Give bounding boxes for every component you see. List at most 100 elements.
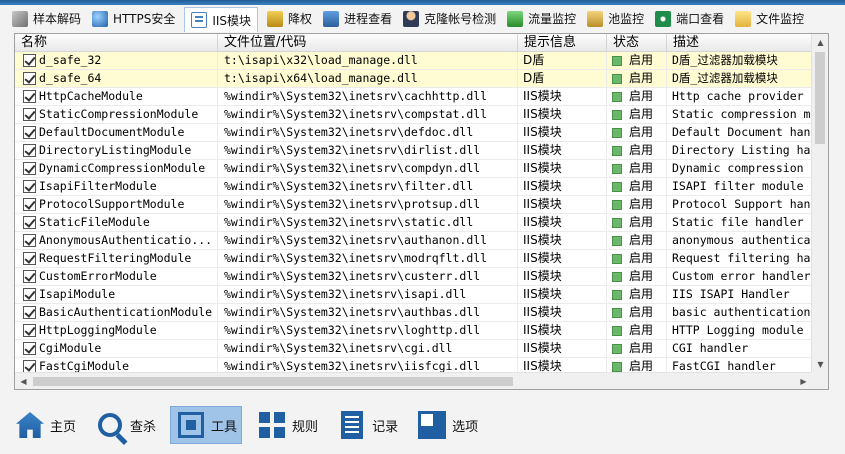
checkbox-icon[interactable] [23,72,36,85]
checkbox-icon[interactable] [23,234,36,247]
module-name: DirectoryListingModule [39,143,192,157]
vertical-scroll-thumb[interactable] [815,52,825,144]
scroll-corner [811,372,828,389]
table-row[interactable]: DefaultDocumentModule %windir%\System32\i… [15,124,812,142]
checkbox-icon[interactable] [23,108,36,121]
table-row[interactable]: d_safe_64 t:\isapi\x64\load_manage.dll D盾 启… [15,70,812,88]
module-status: 启用 [629,89,654,103]
checkbox-icon[interactable] [23,216,36,229]
rules-button[interactable]: 规则 [252,406,322,444]
module-hint: IIS模块 [518,160,607,177]
checkbox-icon[interactable] [23,198,36,211]
tab-label: 池监控 [608,12,645,26]
checkbox-icon[interactable] [23,54,36,67]
column-header-hint[interactable]: 提示信息 [518,34,607,52]
tab-https-security[interactable]: HTTPS安全 [90,7,177,31]
module-name-cell: CustomErrorModule [15,268,218,285]
table-row[interactable]: RequestFilteringModule %windir%\System32\… [15,250,812,268]
table-row[interactable]: d_safe_32 t:\isapi\x32\load_manage.dll D盾 启… [15,52,812,70]
table-row[interactable]: IsapiModule %windir%\System32\inetsrv\isa… [15,286,812,304]
module-name: d_safe_32 [39,53,102,67]
tab-label: 流量监控 [528,12,577,26]
tab-bar: 样本解码 HTTPS安全 IIS模块 降权 进程查看 克隆帐号检测 流量监控 池… [0,5,845,32]
checkbox-icon[interactable] [23,270,36,283]
horizontal-scroll-thumb[interactable] [33,377,513,386]
module-status-cell: 启用 [607,304,667,321]
log-button[interactable]: 记录 [332,406,402,444]
tab-sample-decode[interactable]: 样本解码 [10,7,83,31]
module-path: %windir%\System32\inetsrv\isapi.dll [218,286,518,303]
scroll-up-icon[interactable]: ▲ [812,34,829,51]
options-icon [416,409,448,441]
module-path: %windir%\System32\inetsrv\authbas.dll [218,304,518,321]
column-header-status[interactable]: 状态 [607,34,667,52]
module-name: CgiModule [39,341,102,355]
tab-iis-module[interactable]: IIS模块 [184,7,259,32]
search-icon [94,409,126,441]
module-status-cell: 启用 [607,286,667,303]
tab-pool-monitor[interactable]: 池监控 [585,7,646,31]
checkbox-icon[interactable] [23,306,36,319]
module-hint: IIS模块 [518,196,607,213]
table-row[interactable]: StaticCompressionModule %windir%\System32… [15,106,812,124]
scroll-left-icon[interactable]: ◀ [15,373,32,390]
checkbox-icon[interactable] [23,252,36,265]
tools-button[interactable]: 工具 [170,406,243,444]
column-header-name[interactable]: 名称 [15,34,218,52]
tab-process-view[interactable]: 进程查看 [321,7,394,31]
table-row[interactable]: CgiModule %windir%\System32\inetsrv\cgi.d… [15,340,812,358]
table-row[interactable]: StaticFileModule %windir%\System32\inetsr… [15,214,812,232]
module-status: 启用 [629,341,654,355]
horizontal-scrollbar[interactable]: ◀ ▶ [15,372,812,389]
module-path: %windir%\System32\inetsrv\defdoc.dll [218,124,518,141]
checkbox-icon[interactable] [23,288,36,301]
table-row[interactable]: HttpLoggingModule %windir%\System32\inets… [15,322,812,340]
column-header-path[interactable]: 文件位置/代码 [218,34,518,52]
scroll-down-icon[interactable]: ▼ [812,356,829,373]
tab-downgrade[interactable]: 降权 [265,7,314,31]
tab-port-view[interactable]: 端口查看 [653,7,726,31]
table-row[interactable]: BasicAuthenticationModule %windir%\System… [15,304,812,322]
checkbox-icon[interactable] [23,162,36,175]
home-button[interactable]: 主页 [10,406,80,444]
module-name: StaticCompressionModule [39,107,199,121]
user-icon [403,10,420,27]
module-path: %windir%\System32\inetsrv\cachhttp.dll [218,88,518,105]
toolbar-label: 选项 [452,419,479,435]
checkbox-icon[interactable] [23,144,36,157]
module-status: 启用 [629,161,654,175]
toolbar-label: 查杀 [130,419,157,435]
module-name: RequestFilteringModule [39,251,192,265]
bottom-toolbar: 主页 查杀 工具 规则 记录 选项 [0,396,845,454]
module-description: basic authentication [672,305,811,319]
module-hint: IIS模块 [518,106,607,123]
module-status: 启用 [629,359,654,373]
checkbox-icon[interactable] [23,180,36,193]
scroll-right-icon[interactable]: ▶ [795,373,812,390]
module-path: %windir%\System32\inetsrv\protsup.dll [218,196,518,213]
module-name: DynamicCompressionModule [39,161,206,175]
module-path: %windir%\System32\inetsrv\authanon.dll [218,232,518,249]
table-row[interactable]: ProtocolSupportModule %windir%\System32\i… [15,196,812,214]
options-button[interactable]: 选项 [412,406,482,444]
table-row[interactable]: AnonymousAuthenticatio... %windir%\System… [15,232,812,250]
tab-file-monitor[interactable]: 文件监控 [733,7,806,31]
module-name-cell: AnonymousAuthenticatio... [15,232,218,249]
table-row[interactable]: HttpCacheModule %windir%\System32\inetsrv… [15,88,812,106]
scan-kill-button[interactable]: 查杀 [90,406,160,444]
table-row[interactable]: FastCgiModule %windir%\System32\inetsrv\i… [15,358,812,373]
tab-clone-account-check[interactable]: 克隆帐号检测 [401,7,498,31]
module-hint: IIS模块 [518,268,607,285]
table-row[interactable]: DynamicCompressionModule %windir%\System3… [15,160,812,178]
vertical-scrollbar[interactable]: ▲ ▼ [811,34,828,373]
checkbox-icon[interactable] [23,342,36,355]
tab-traffic-monitor[interactable]: 流量监控 [505,7,578,31]
iis-module-icon [191,12,208,28]
checkbox-icon[interactable] [23,90,36,103]
column-header-description[interactable]: 描述 [667,34,812,52]
table-row[interactable]: DirectoryListingModule %windir%\System32\… [15,142,812,160]
table-row[interactable]: IsapiFilterModule %windir%\System32\inets… [15,178,812,196]
checkbox-icon[interactable] [23,126,36,139]
checkbox-icon[interactable] [23,324,36,337]
table-row[interactable]: CustomErrorModule %windir%\System32\inets… [15,268,812,286]
